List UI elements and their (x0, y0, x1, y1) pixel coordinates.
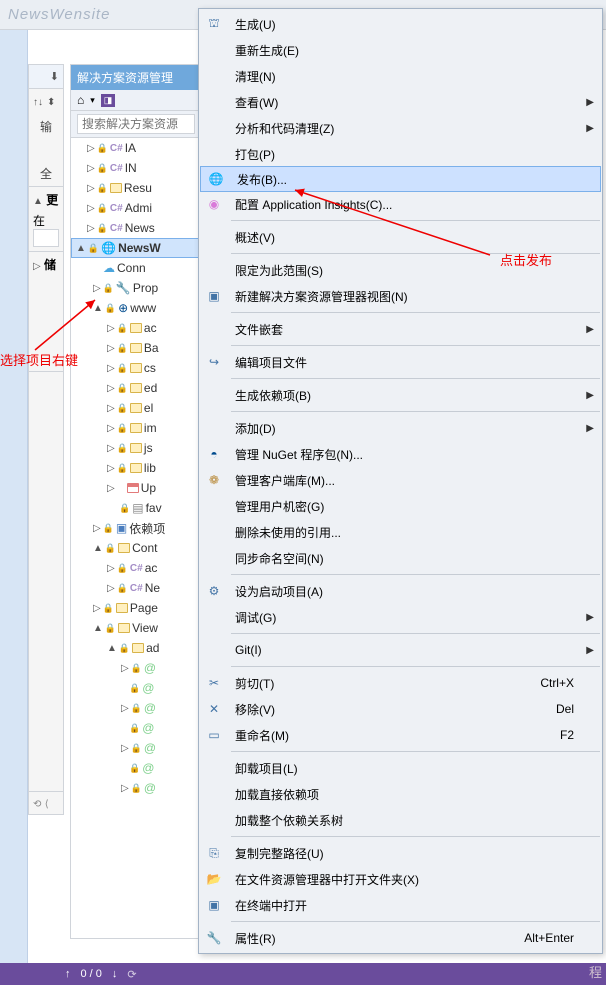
section-update[interactable]: 更 (46, 193, 58, 207)
ctx-remove[interactable]: ✕移除(V)Del (199, 696, 602, 722)
tree-item[interactable]: cs (144, 361, 156, 375)
section-storage[interactable]: 储 (44, 258, 56, 272)
annotation-click-publish: 点击发布 (500, 250, 552, 269)
tree-item[interactable]: Ba (144, 341, 159, 355)
ctx-app-insights[interactable]: ◉配置 Application Insights(C)... (199, 191, 602, 217)
tree-item[interactable]: IN (125, 161, 137, 175)
vs-icon[interactable]: ◨ (101, 94, 116, 107)
ctx-overview[interactable]: 概述(V) (199, 224, 602, 250)
tree-item[interactable]: fav (146, 501, 162, 515)
ctx-clean[interactable]: 清理(N) (199, 63, 602, 89)
solution-search-input[interactable] (77, 114, 195, 134)
tree-item[interactable]: lib (144, 461, 156, 475)
ctx-new-explorer[interactable]: ▣新建解决方案资源管理器视图(N) (199, 283, 602, 309)
tree-item[interactable]: Cont (132, 541, 157, 555)
annotation-right-click: 选择项目右键 (0, 350, 78, 369)
ctx-sync-ns[interactable]: 同步命名空间(N) (199, 545, 602, 571)
ctx-properties[interactable]: 🔧属性(R)Alt+Enter (199, 925, 602, 951)
ctx-build-deps[interactable]: 生成依赖项(B)▶ (199, 382, 602, 408)
status-bar: ↑0 / 0↓⟳ (0, 963, 606, 985)
ctx-publish[interactable]: 🌐发布(B)... (200, 166, 601, 192)
window-title: NewsWensite (8, 6, 110, 23)
tree-item[interactable]: Conn (117, 261, 146, 275)
pin-icon[interactable]: ⬇ (50, 70, 59, 83)
tree-item[interactable]: Resu (124, 181, 152, 195)
ctx-add[interactable]: 添加(D)▶ (199, 415, 602, 441)
ctx-debug[interactable]: 调试(G)▶ (199, 604, 602, 630)
tree-item[interactable]: IA (125, 141, 136, 155)
tool-dropdown-icon[interactable]: ▾ (90, 95, 95, 106)
ctx-analyze[interactable]: 分析和代码清理(Z)▶ (199, 115, 602, 141)
tree-item[interactable]: Ne (145, 581, 160, 595)
ctx-unload[interactable]: 卸载项目(L) (199, 755, 602, 781)
window-icon: ▣ (199, 289, 229, 303)
tree-item[interactable]: News (125, 221, 155, 235)
tree-item[interactable]: ac (145, 561, 158, 575)
ctx-edit-proj[interactable]: ↪编辑项目文件 (199, 349, 602, 375)
left-dock-rail (0, 30, 28, 970)
tree-item[interactable]: ed (144, 381, 157, 395)
tree-item[interactable]: www (130, 301, 156, 315)
ctx-load-tree[interactable]: 加载整个依赖关系树 (199, 807, 602, 833)
ctx-open-terminal[interactable]: ▣在终端中打开 (199, 892, 602, 918)
nuget-icon: ◓ (199, 447, 229, 461)
folder-open-icon: 📂 (199, 872, 229, 886)
gear-icon: ⚙ (199, 584, 229, 598)
tree-item[interactable]: im (144, 421, 157, 435)
ctx-cut[interactable]: ✂剪切(T)Ctrl+X (199, 670, 602, 696)
tree-item[interactable]: js (144, 441, 153, 455)
status-counter: 0 / 0 (81, 968, 102, 980)
all-label: 全 (33, 165, 59, 182)
tree-item-selected[interactable]: NewsW (118, 241, 161, 255)
ctx-git[interactable]: Git(I)▶ (199, 637, 602, 663)
substore-input[interactable] (33, 229, 59, 247)
tree-item[interactable]: el (144, 401, 153, 415)
edit-icon: ↪ (199, 355, 229, 369)
ctx-load-direct[interactable]: 加载直接依赖项 (199, 781, 602, 807)
context-menu: ⛫生成(U) 重新生成(E) 清理(N) 查看(W)▶ 分析和代码清理(Z)▶ … (198, 8, 603, 954)
ctx-remove-unused[interactable]: 删除未使用的引用... (199, 519, 602, 545)
wrench-icon: 🔧 (199, 931, 229, 945)
tree-item[interactable]: Up (141, 481, 156, 495)
bulb-icon: ◉ (199, 197, 229, 211)
globe-icon: 🌐 (201, 172, 231, 186)
ctx-startup[interactable]: ⚙设为启动项目(A) (199, 578, 602, 604)
lib-icon: ❁ (199, 473, 229, 487)
tree-item[interactable]: Prop (133, 281, 158, 295)
ctx-view[interactable]: 查看(W)▶ (199, 89, 602, 115)
ctx-nesting[interactable]: 文件嵌套▶ (199, 316, 602, 342)
rename-icon: ▭ (199, 728, 229, 742)
ctx-open-explorer[interactable]: 📂在文件资源管理器中打开文件夹(X) (199, 866, 602, 892)
build-icon: ⛫ (199, 16, 229, 32)
input-label: 输 (33, 118, 59, 135)
ctx-client-lib[interactable]: ❁管理客户端库(M)... (199, 467, 602, 493)
solution-explorer-tab[interactable]: 解决方案资源管理 (71, 65, 201, 90)
tree-item[interactable]: 依赖项 (129, 520, 165, 537)
terminal-icon: ▣ (199, 898, 229, 912)
remove-icon: ✕ (199, 702, 229, 716)
ctx-pack[interactable]: 打包(P) (199, 141, 602, 167)
ctx-user-secrets[interactable]: 管理用户机密(G) (199, 493, 602, 519)
ctx-build[interactable]: ⛫生成(U) (199, 11, 602, 37)
ctx-rename[interactable]: ▭重命名(M)F2 (199, 722, 602, 748)
ctx-rebuild[interactable]: 重新生成(E) (199, 37, 602, 63)
ctx-nuget[interactable]: ◓管理 NuGet 程序包(N)... (199, 441, 602, 467)
substore-label: 在 (33, 214, 45, 228)
ctx-copy-path[interactable]: ⎘复制完整路径(U) (199, 840, 602, 866)
copy-icon: ⎘ (199, 846, 229, 861)
tree-item[interactable]: ad (146, 641, 159, 655)
watermark: 程 (589, 962, 602, 981)
tree-item[interactable]: View (132, 621, 158, 635)
tree-item[interactable]: ac (144, 321, 157, 335)
tree-item[interactable]: Page (130, 601, 158, 615)
home-icon[interactable]: ⌂ (77, 93, 84, 107)
cut-icon: ✂ (199, 676, 229, 690)
tree-item[interactable]: Admi (125, 201, 152, 215)
